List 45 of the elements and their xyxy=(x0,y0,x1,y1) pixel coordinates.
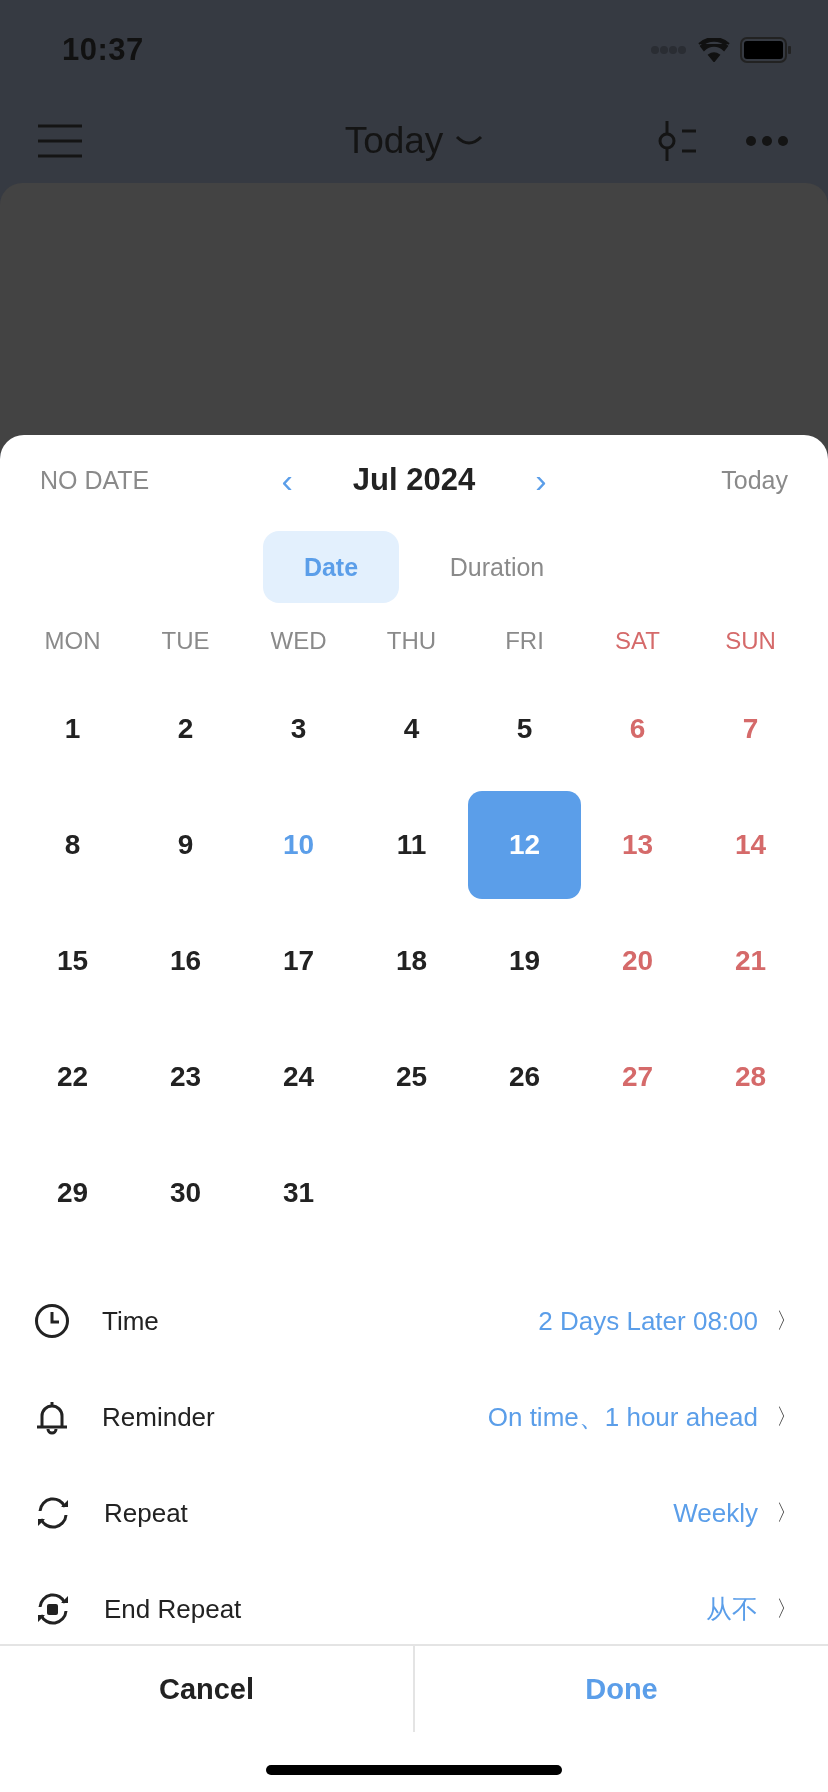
weekday-label: WED xyxy=(269,626,328,656)
calendar-day[interactable]: 9 xyxy=(129,791,242,899)
weekday-label: SAT xyxy=(614,626,661,656)
clock-icon xyxy=(34,1303,70,1339)
calendar-day[interactable]: 15 xyxy=(16,907,129,1015)
battery-icon xyxy=(740,37,792,63)
chevron-icon[interactable]: 〉 xyxy=(776,1594,792,1624)
setting-label: End Repeat xyxy=(104,1593,242,1625)
wifi-icon xyxy=(698,38,730,62)
chevron-icon[interactable]: 〉 xyxy=(776,1402,792,1432)
calendar-day[interactable]: 8 xyxy=(16,791,129,899)
calendar-day[interactable]: 19 xyxy=(468,907,581,1015)
calendar-day[interactable]: 17 xyxy=(242,907,355,1015)
calendar-day[interactable]: 2 xyxy=(129,675,242,783)
calendar-day[interactable]: 1 xyxy=(16,675,129,783)
month-title: Jul 2024 xyxy=(352,462,476,498)
cancel-button[interactable]: Cancel xyxy=(0,1646,413,1732)
weekday-label: TUE xyxy=(160,626,211,656)
chevron-icon[interactable]: 〉 xyxy=(776,1498,792,1528)
setting-label: Time xyxy=(102,1305,159,1337)
bell-icon xyxy=(34,1399,70,1435)
calendar-day[interactable]: 30 xyxy=(129,1139,242,1247)
calendar-day[interactable]: 31 xyxy=(242,1139,355,1247)
weekday-label: SUN xyxy=(724,626,777,656)
calendar-day[interactable]: 16 xyxy=(129,907,242,1015)
calendar-day[interactable]: 4 xyxy=(355,675,468,783)
setting-label: Reminder xyxy=(102,1401,215,1433)
calendar-day[interactable]: 26 xyxy=(468,1023,581,1131)
menu-icon[interactable] xyxy=(38,124,82,158)
calendar-day[interactable]: 24 xyxy=(242,1023,355,1131)
calendar-day[interactable]: 22 xyxy=(16,1023,129,1131)
calendar-day[interactable]: 11 xyxy=(355,791,468,899)
calendar-day[interactable]: 25 xyxy=(355,1023,468,1131)
calendar-day[interactable]: 29 xyxy=(16,1139,129,1247)
weekday-label: MON xyxy=(43,626,102,656)
chevron-down-icon[interactable] xyxy=(455,135,484,147)
weekday-label: THU xyxy=(385,626,438,656)
chevron-icon[interactable]: 〉 xyxy=(776,1306,792,1336)
weekday-label: FRI xyxy=(504,626,545,656)
calendar-day[interactable]: 18 xyxy=(355,907,468,1015)
setting-label: Repeat xyxy=(104,1497,188,1529)
calendar-day[interactable]: 5 xyxy=(468,675,581,783)
calendar-day[interactable]: 3 xyxy=(242,675,355,783)
more-icon[interactable] xyxy=(746,136,788,146)
calendar-day[interactable]: 23 xyxy=(129,1023,242,1131)
